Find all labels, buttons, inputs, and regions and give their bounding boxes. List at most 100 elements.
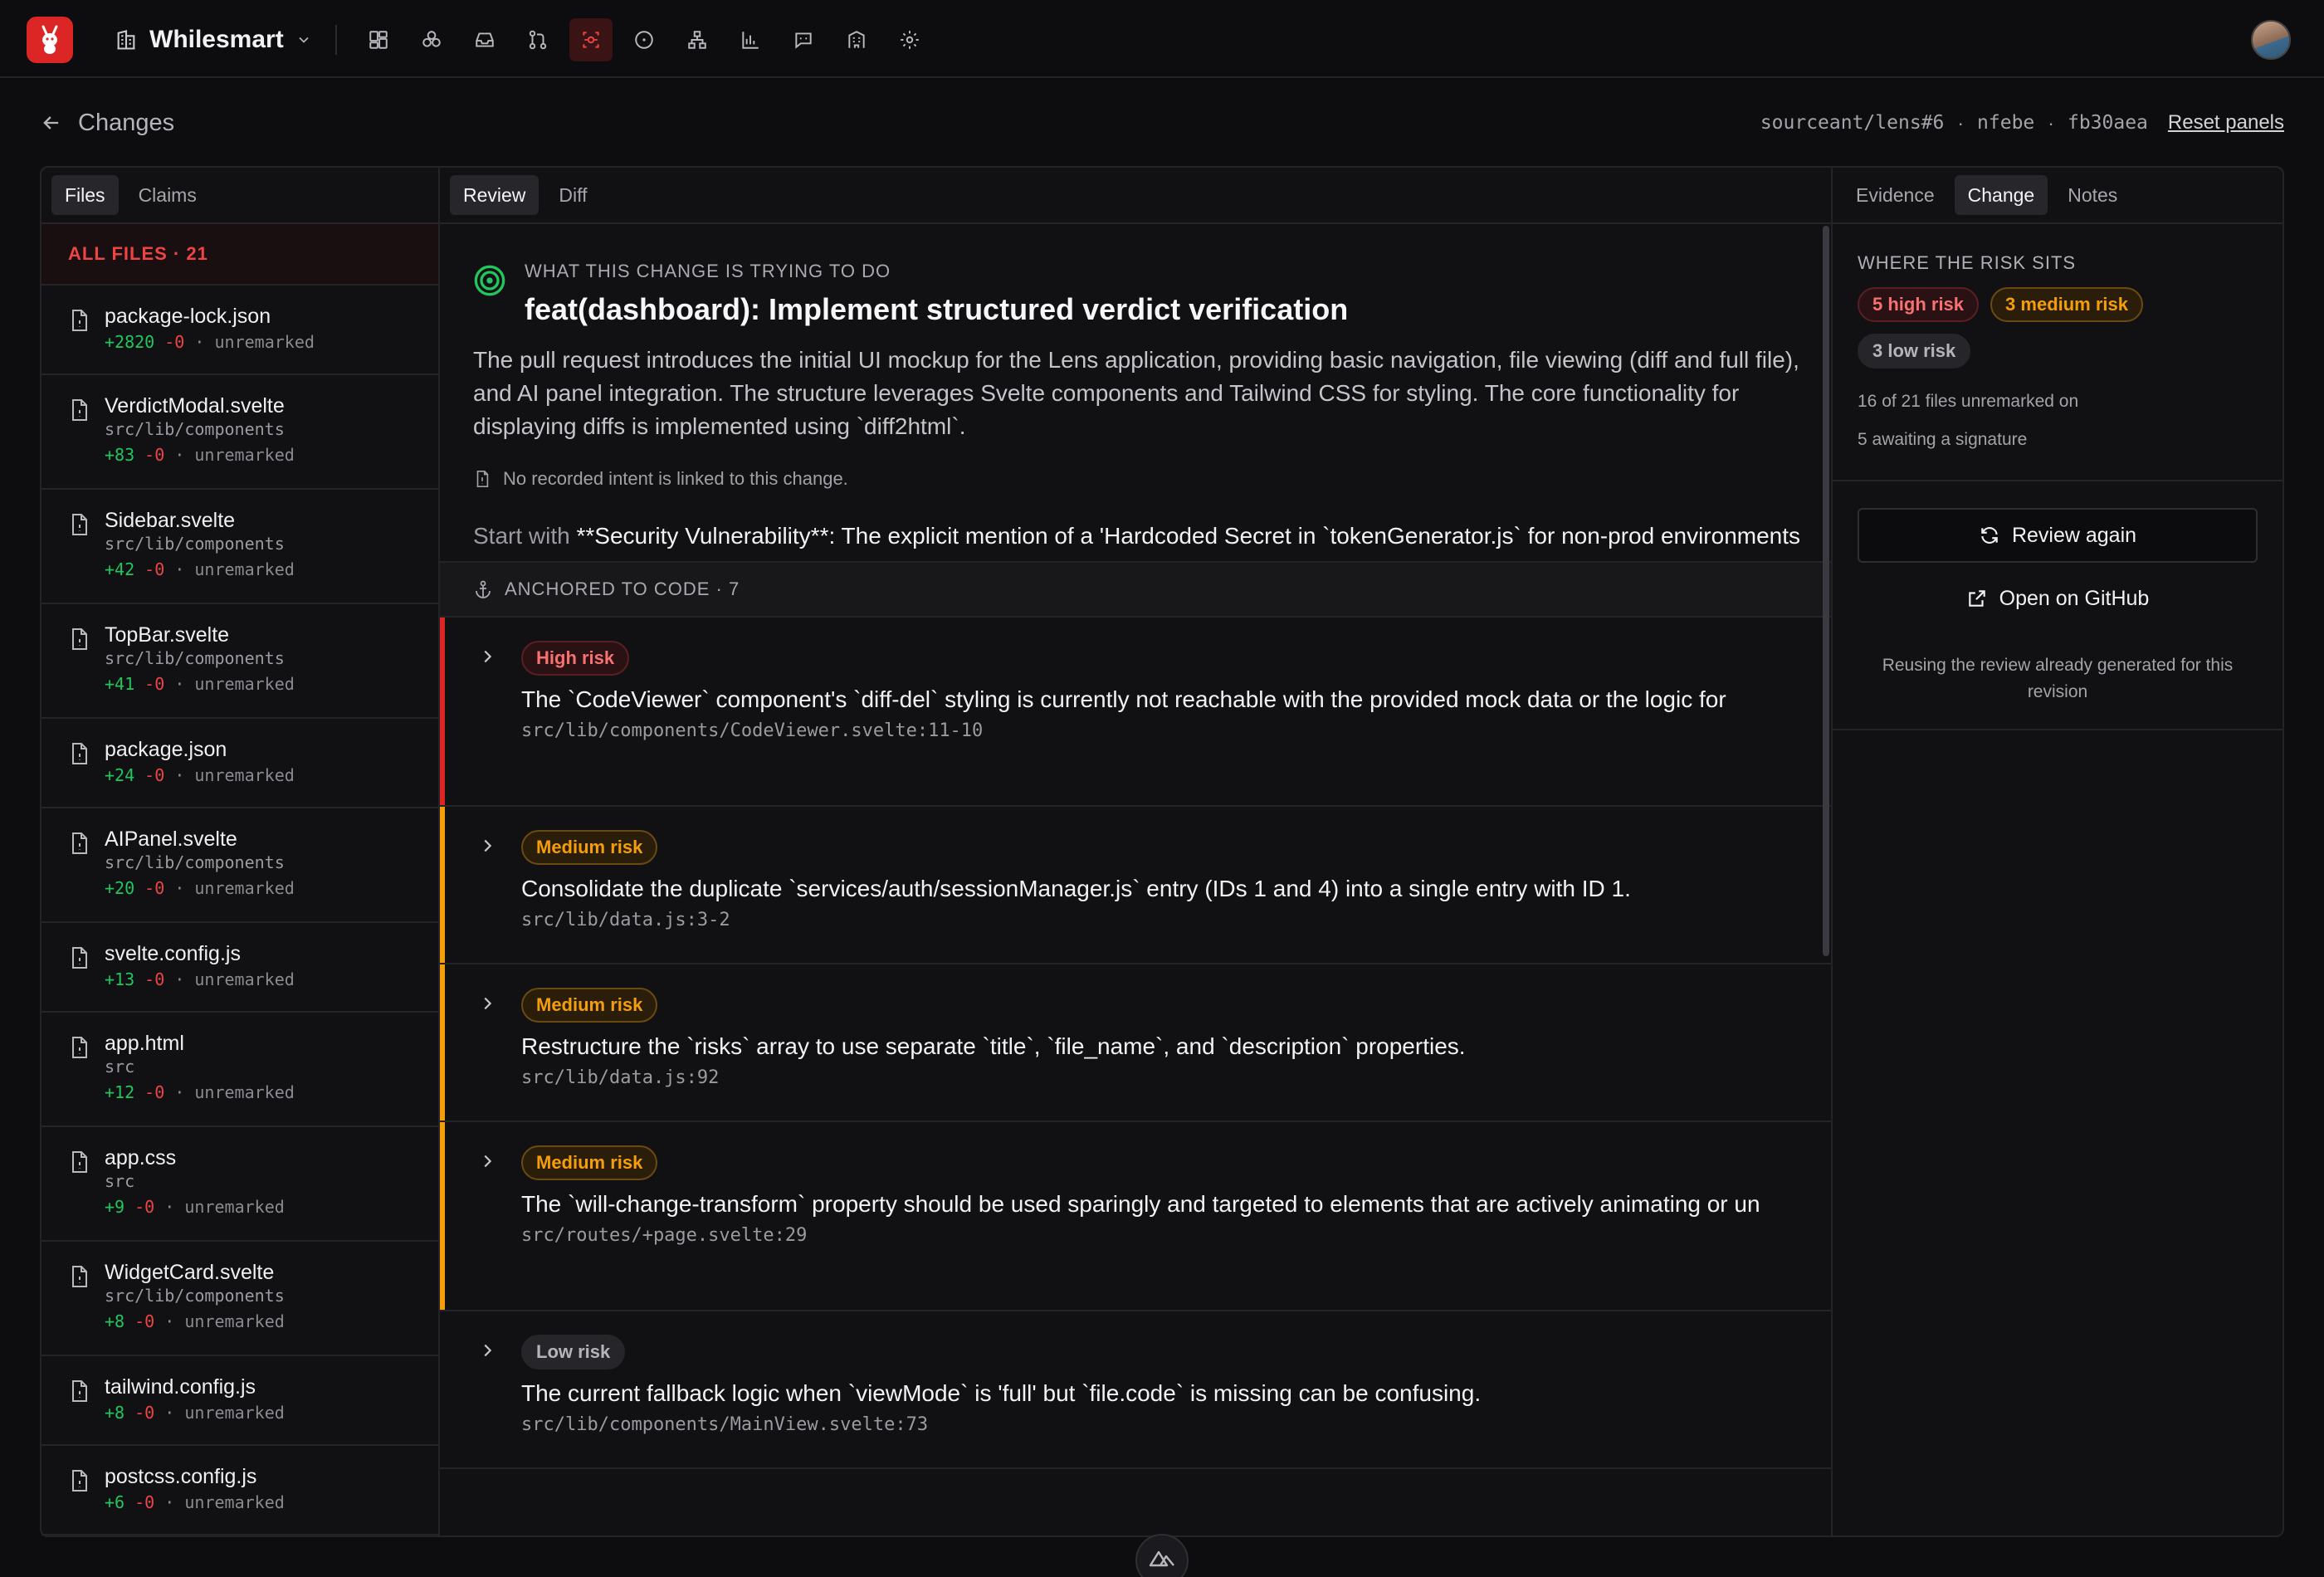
file-stats: +9 -0 · unremarked (105, 1195, 438, 1218)
deletions: -0 (144, 969, 165, 989)
risk-badge: Medium risk (521, 1145, 658, 1180)
left-tabbar: Files Claims (42, 168, 438, 224)
no-intent-note: No recorded intent is linked to this cha… (473, 468, 848, 490)
chevron-right-icon[interactable] (478, 1152, 496, 1170)
risk-item[interactable]: Medium risk Restructure the `risks` array… (440, 964, 1831, 1122)
back-label: Changes (78, 109, 175, 136)
risk-location[interactable]: src/routes/+page.svelte:29 (521, 1225, 1806, 1246)
deletions: -0 (144, 559, 165, 579)
file-dir: src (105, 1057, 135, 1077)
deletions: -0 (134, 1492, 155, 1512)
file-row[interactable]: tailwind.config.js +8 -0 · unremarked (42, 1356, 438, 1446)
start-with: Start with **Security Vulnerability**: T… (473, 520, 1801, 553)
start-prefix: Start with (473, 523, 577, 549)
tab-review[interactable]: Review (450, 175, 540, 215)
risk-level-bar (440, 1311, 445, 1467)
nav-inbox-icon[interactable] (463, 18, 506, 61)
nav-hierarchy-icon[interactable] (676, 18, 719, 61)
file-row[interactable]: app.css src +9 -0 · unremarked (42, 1127, 438, 1242)
app-logo[interactable] (27, 17, 73, 63)
tab-files[interactable]: Files (51, 175, 119, 215)
file-row[interactable]: postcss.config.js +6 -0 · unremarked (42, 1446, 438, 1536)
intent-section: WHAT THIS CHANGE IS TRYING TO DO feat(da… (440, 226, 1831, 619)
risk-title: Restructure the `risks` array to use sep… (521, 1033, 1466, 1059)
file-row[interactable]: VerdictModal.svelte src/lib/components +83… (42, 375, 438, 490)
risk-location[interactable]: src/lib/data.js:3-2 (521, 910, 1806, 930)
workspace-switcher[interactable]: Whilesmart (115, 22, 312, 58)
anchored-header: ANCHORED TO CODE · 7 (440, 561, 1831, 618)
additions: +9 (105, 1197, 125, 1217)
refresh-icon (1981, 527, 1998, 544)
nav-chat-icon[interactable] (782, 18, 825, 61)
additions: +12 (105, 1082, 135, 1102)
file-dir: src/lib/components (105, 852, 285, 872)
nav-circle-icon[interactable] (622, 18, 666, 61)
additions: +8 (105, 1403, 125, 1423)
reuse-note: Reusing the review already generated for… (1882, 656, 2234, 701)
tab-evidence[interactable]: Evidence (1843, 175, 1948, 215)
bottom-dock-handle[interactable] (1135, 1534, 1189, 1577)
risk-level-bar (440, 807, 445, 963)
risk-location[interactable]: src/lib/data.js:92 (521, 1067, 1806, 1088)
file-status: · unremarked (174, 765, 295, 785)
review-again-button[interactable]: Review again (1858, 508, 2258, 563)
chevron-right-icon[interactable] (478, 837, 496, 855)
risk-item[interactable]: High risk The `CodeViewer` component's `d… (440, 618, 1831, 807)
tab-diff[interactable]: Diff (545, 175, 600, 215)
all-files-header[interactable]: ALL FILES · 21 (42, 224, 438, 286)
file-dir: src/lib/components (105, 648, 285, 668)
risk-item[interactable]: Medium risk The `will-change-transform` p… (440, 1122, 1831, 1311)
file-name: tailwind.config.js (105, 1375, 256, 1399)
risk-item[interactable]: Medium risk Consolidate the duplicate `se… (440, 807, 1831, 964)
risk-location[interactable]: src/lib/components/MainView.svelte:73 (521, 1414, 1806, 1435)
nav-pull-request-icon[interactable] (516, 18, 559, 61)
file-row[interactable]: package-lock.json +2820 -0 · unremarked (42, 286, 438, 375)
file-stats: +83 -0 · unremarked (105, 443, 438, 466)
risk-item[interactable]: Low risk The current fallback logic when … (440, 1311, 1831, 1469)
file-status: · unremarked (164, 1197, 285, 1217)
risk-location[interactable]: src/lib/components/CodeViewer.svelte:11-… (521, 720, 1806, 741)
chevron-right-icon[interactable] (478, 994, 496, 1013)
risk-level-bar (440, 1122, 445, 1310)
nav-building-icon[interactable] (835, 18, 878, 61)
file-row[interactable]: TopBar.svelte src/lib/components +41 -0 · … (42, 604, 438, 719)
nav-dashboard-icon[interactable] (357, 18, 400, 61)
change-description: The pull request introduces the initial … (473, 347, 1799, 439)
file-row[interactable]: app.html src +12 -0 · unremarked (42, 1013, 438, 1127)
tab-change[interactable]: Change (1954, 175, 2048, 215)
file-icon (72, 1037, 87, 1058)
additions: +13 (105, 969, 135, 989)
file-row[interactable]: package.json +24 -0 · unremarked (42, 719, 438, 808)
medium-risk-badge[interactable]: 3 medium risk (1990, 287, 2143, 322)
scrollbar[interactable] (1823, 226, 1829, 956)
review-again-label: Review again (2011, 523, 2137, 547)
chevron-right-icon[interactable] (478, 647, 496, 666)
file-icon (72, 514, 87, 535)
file-name: postcss.config.js (105, 1465, 257, 1488)
file-icon (72, 832, 87, 854)
additions: +6 (105, 1492, 125, 1512)
open-github-link[interactable]: Open on GitHub (1858, 578, 2258, 619)
ant-logo-icon (42, 25, 58, 54)
chevron-right-icon[interactable] (478, 1341, 496, 1360)
file-row[interactable]: svelte.config.js +13 -0 · unremarked (42, 923, 438, 1013)
reset-panels-link[interactable]: Reset panels (2168, 111, 2284, 134)
high-risk-badge[interactable]: 5 high risk (1858, 287, 1980, 322)
tab-notes[interactable]: Notes (2054, 175, 2131, 215)
file-row[interactable]: AIPanel.svelte src/lib/components +20 -0 ·… (42, 808, 438, 923)
deletions: -0 (164, 332, 185, 352)
file-status: · unremarked (164, 1492, 285, 1512)
nav-chart-icon[interactable] (729, 18, 772, 61)
awaiting-count: 5 awaiting a signature (1858, 430, 2028, 449)
breadcrumb[interactable]: Changes (40, 106, 174, 139)
avatar[interactable] (2251, 20, 2291, 60)
low-risk-badge[interactable]: 3 low risk (1858, 334, 1971, 369)
review-panel: Review Diff WHAT THIS CHANGE IS TRYING T… (440, 166, 1833, 1537)
nav-graph-icon[interactable] (410, 18, 453, 61)
file-stats: +24 -0 · unremarked (105, 764, 438, 787)
file-row[interactable]: Sidebar.svelte src/lib/components +42 -0 ·… (42, 490, 438, 604)
tab-claims[interactable]: Claims (125, 175, 210, 215)
nav-radar-icon[interactable] (569, 18, 613, 61)
nav-gear-icon[interactable] (888, 18, 931, 61)
file-row[interactable]: WidgetCard.svelte src/lib/components +8 -0… (42, 1242, 438, 1356)
